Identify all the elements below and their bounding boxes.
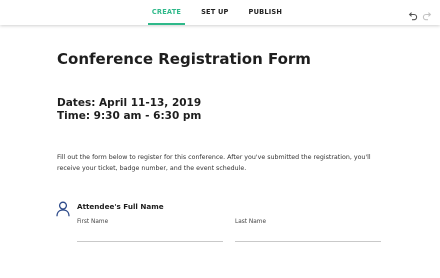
person-icon [56,201,70,217]
first-name-field: First Name [77,219,223,242]
builder-tabs: CREATE SET UP PUBLISH [0,0,440,25]
first-name-label: First Name [77,219,109,225]
time-line: Time: 9:30 am - 6:30 pm [57,110,202,122]
tab-publish[interactable]: PUBLISH [239,0,293,25]
form-canvas: Conference Registration Form Dates: Apri… [0,25,440,278]
form-title[interactable]: Conference Registration Form [57,50,311,68]
top-toolbar: CREATE SET UP PUBLISH [0,0,440,25]
last-name-field: Last Name [235,219,381,242]
tab-set-up[interactable]: SET UP [191,0,238,25]
last-name-label: Last Name [235,219,267,225]
last-name-input[interactable] [235,227,381,242]
event-dates-block[interactable]: Dates: April 11-13, 2019 Time: 9:30 am -… [57,97,201,123]
undo-icon[interactable] [407,7,418,21]
dates-line: Dates: April 11-13, 2019 [57,97,202,109]
attendee-name-label: Attendee's Full Name [77,202,164,211]
tab-create[interactable]: CREATE [142,0,191,25]
redo-icon[interactable] [422,7,433,21]
first-name-input[interactable] [77,227,223,242]
intro-paragraph[interactable]: Fill out the form below to register for … [57,153,387,174]
